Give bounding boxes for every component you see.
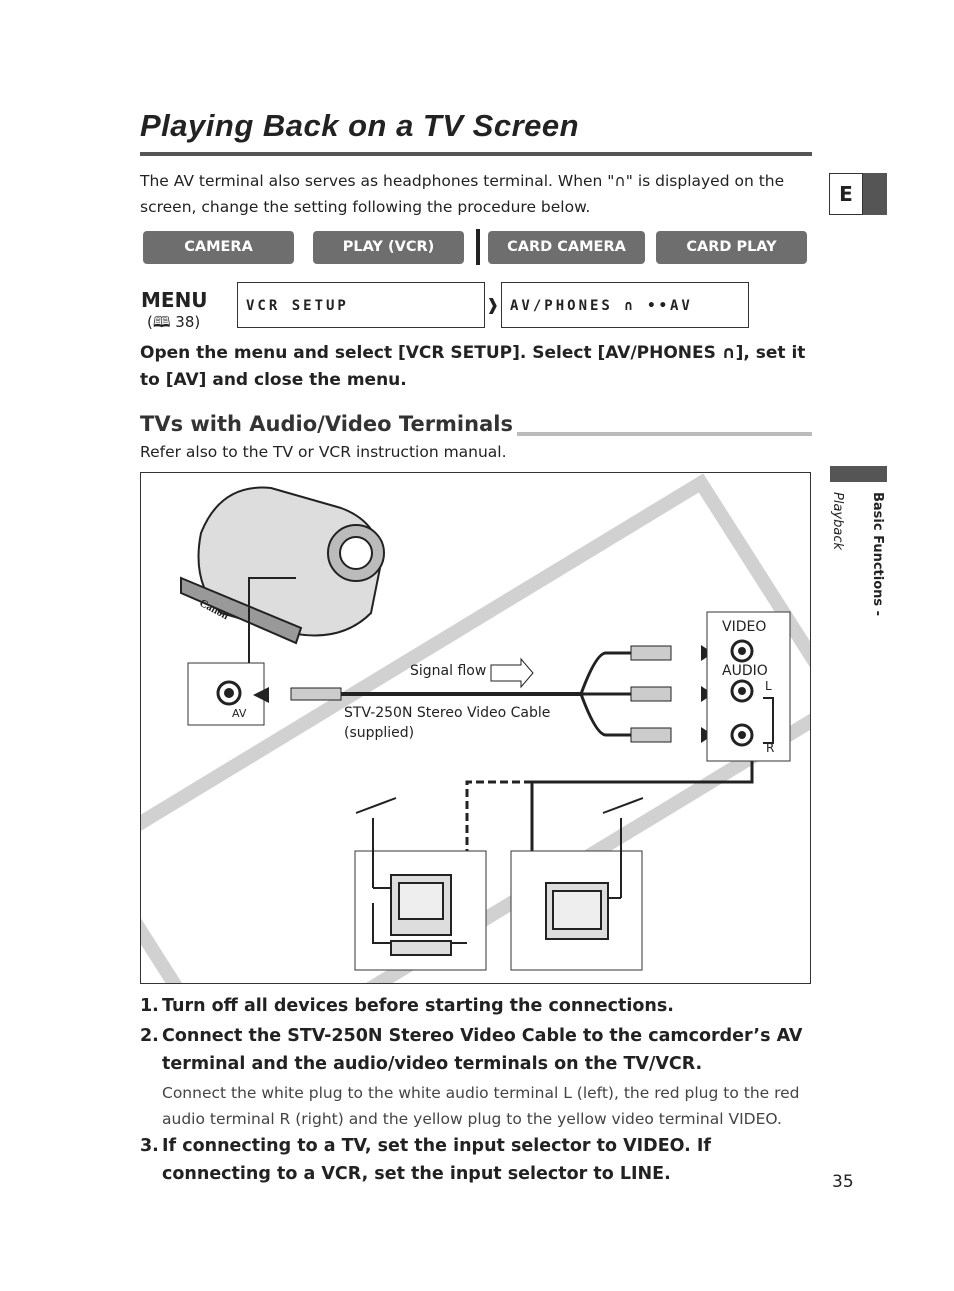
audio-l-label: L [765, 679, 772, 693]
step-3: 3. If connecting to a TV, set the input s… [140, 1132, 812, 1188]
mode-separator [476, 229, 480, 265]
section-tab [830, 466, 887, 482]
refer-text: Refer also to the TV or VCR instruction … [140, 443, 507, 461]
step-2-note: Connect the white plug to the white audi… [162, 1084, 800, 1128]
cable-plug [290, 687, 342, 701]
step-number: 1. [140, 996, 159, 1016]
step-number: 3. [140, 1136, 159, 1156]
double-chevron-right-icon: ❱ [486, 295, 500, 314]
language-tab-label: E [829, 173, 863, 215]
cable-supplied-label: (supplied) [344, 725, 415, 741]
step-text: Turn off all devices before starting the… [162, 996, 674, 1016]
intro-text: The AV terminal also serves as headphone… [140, 172, 785, 216]
mode-card-camera: CARD CAMERA [488, 231, 645, 264]
step-text: If connecting to a TV, set the input sel… [162, 1136, 712, 1184]
signal-flow-arrow [490, 657, 534, 689]
audio-r-label: R [766, 741, 775, 755]
audio-label: AUDIO [722, 663, 768, 679]
menu-label: MENU [141, 288, 208, 312]
step-1: 1. Turn off all devices before starting t… [140, 992, 812, 1020]
page-number: 35 [832, 1172, 854, 1192]
menu-step-av-phones: AV/PHONES ∩ ••AV [501, 282, 749, 328]
language-tab: E [829, 173, 887, 215]
mode-play-vcr: PLAY (VCR) [313, 231, 464, 264]
tv-terminals [730, 639, 754, 747]
menu-page-ref: (🕮 38) [147, 313, 201, 331]
manual-page: Playing Back on a TV Screen The AV termi… [0, 0, 954, 1291]
signal-flow-label: Signal flow [410, 663, 487, 679]
step-text: Connect the STV-250N Stereo Video Cable … [162, 1026, 803, 1074]
mode-card-play: CARD PLAY [656, 231, 807, 264]
cable-label: STV-250N Stereo Video Cable [344, 705, 551, 721]
av-label: AV [232, 707, 247, 720]
page-title: Playing Back on a TV Screen [140, 108, 580, 143]
step-number: 2. [140, 1026, 159, 1046]
subheading: TVs with Audio/Video Terminals [140, 412, 517, 436]
section-label: Basic Functions - [870, 492, 885, 617]
connection-diagram: Canon Signal flow STV-250N Stereo Video … [140, 472, 811, 984]
subsection-label: Playback [830, 492, 845, 551]
video-label: VIDEO [722, 619, 767, 635]
title-divider [140, 152, 812, 156]
menu-instruction: Open the menu and select [VCR SETUP]. Se… [140, 343, 806, 390]
camcorder-icon [180, 486, 385, 645]
mode-camera: CAMERA [143, 231, 294, 264]
step-2: 2. Connect the STV-250N Stereo Video Cabl… [140, 1022, 812, 1078]
menu-step-vcr-setup: VCR SETUP [237, 282, 485, 328]
